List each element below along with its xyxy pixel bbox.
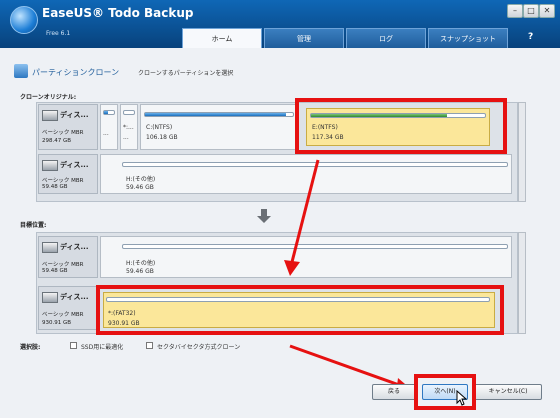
app-logo-icon — [10, 6, 38, 34]
disk-type: ベーシック MBR — [42, 312, 84, 318]
options-label: 選択肢: — [20, 344, 41, 351]
hard-disk-icon — [42, 110, 58, 121]
partition-label: H:(その他) — [126, 176, 156, 183]
usage-bar — [103, 110, 115, 115]
disk-size: 59.48 GB — [42, 268, 68, 274]
partition-label: H:(その他) — [126, 260, 156, 267]
partition-label: ... — [103, 130, 109, 137]
partition-size: 106.18 GB — [146, 134, 178, 141]
ssd-optimize-label: SSD用に最適化 — [81, 344, 124, 351]
tab-snapshot[interactable]: スナップショット — [428, 28, 508, 48]
usage-bar — [144, 112, 294, 117]
partition-h[interactable] — [100, 154, 512, 194]
partition-h[interactable] — [100, 236, 512, 278]
tab-manage[interactable]: 管理 — [264, 28, 344, 48]
page-title: パーティションクローン — [32, 68, 120, 77]
disk-type: ベーシック MBR — [42, 178, 84, 184]
target-label: 目標位置: — [20, 222, 47, 229]
annotation-box-source — [295, 98, 507, 154]
mouse-cursor-icon — [456, 390, 468, 406]
source-label: クローンオリジナル: — [20, 94, 77, 101]
partition-label: *:... — [123, 124, 134, 131]
partition-label: C:(NTFS) — [146, 124, 173, 131]
sector-clone-checkbox[interactable] — [146, 342, 153, 349]
hard-disk-icon — [42, 292, 58, 303]
hard-disk-icon — [42, 160, 58, 171]
disk-size: 298.47 GB — [42, 138, 72, 144]
disk-name: ディス... — [60, 111, 89, 119]
hard-disk-icon — [42, 242, 58, 253]
partition-size: ... — [123, 134, 129, 141]
disk-name: ディス... — [60, 161, 89, 169]
source-scrollbar[interactable] — [518, 102, 526, 202]
usage-bar — [122, 162, 508, 167]
disk-name: ディス... — [60, 243, 89, 251]
sector-clone-label: セクタバイセクタ方式クローン — [157, 344, 241, 351]
cancel-button[interactable]: キャンセル(C) — [474, 384, 542, 400]
partition-size: 59.46 GB — [126, 268, 154, 275]
disk-size: 59.48 GB — [42, 184, 68, 190]
usage-bar — [123, 110, 135, 115]
tab-home[interactable]: ホーム — [182, 28, 262, 48]
partition-size: 59.46 GB — [126, 184, 154, 191]
help-button[interactable]: ? — [528, 32, 533, 42]
app-title: EaseUS® Todo Backup — [42, 6, 194, 20]
usage-bar — [122, 244, 508, 249]
page-subtitle: クローンするパーティションを選択 — [138, 70, 234, 77]
maximize-button[interactable]: □ — [523, 4, 539, 18]
ssd-optimize-checkbox[interactable] — [70, 342, 77, 349]
disk-type: ベーシック MBR — [42, 130, 84, 136]
edition-label: Free 6.1 — [46, 30, 71, 37]
back-button[interactable]: 戻る — [372, 384, 416, 400]
arrow-down-icon — [257, 209, 271, 223]
tab-log[interactable]: ログ — [346, 28, 426, 48]
close-button[interactable]: ✕ — [539, 4, 555, 18]
annotation-box-target — [96, 285, 504, 335]
minimize-button[interactable]: – — [507, 4, 523, 18]
partition-clone-icon — [14, 64, 28, 78]
disk-name: ディス... — [60, 293, 89, 301]
disk-size: 930.91 GB — [42, 320, 72, 326]
disk-type: ベーシック MBR — [42, 262, 84, 268]
target-scrollbar[interactable] — [518, 232, 526, 334]
